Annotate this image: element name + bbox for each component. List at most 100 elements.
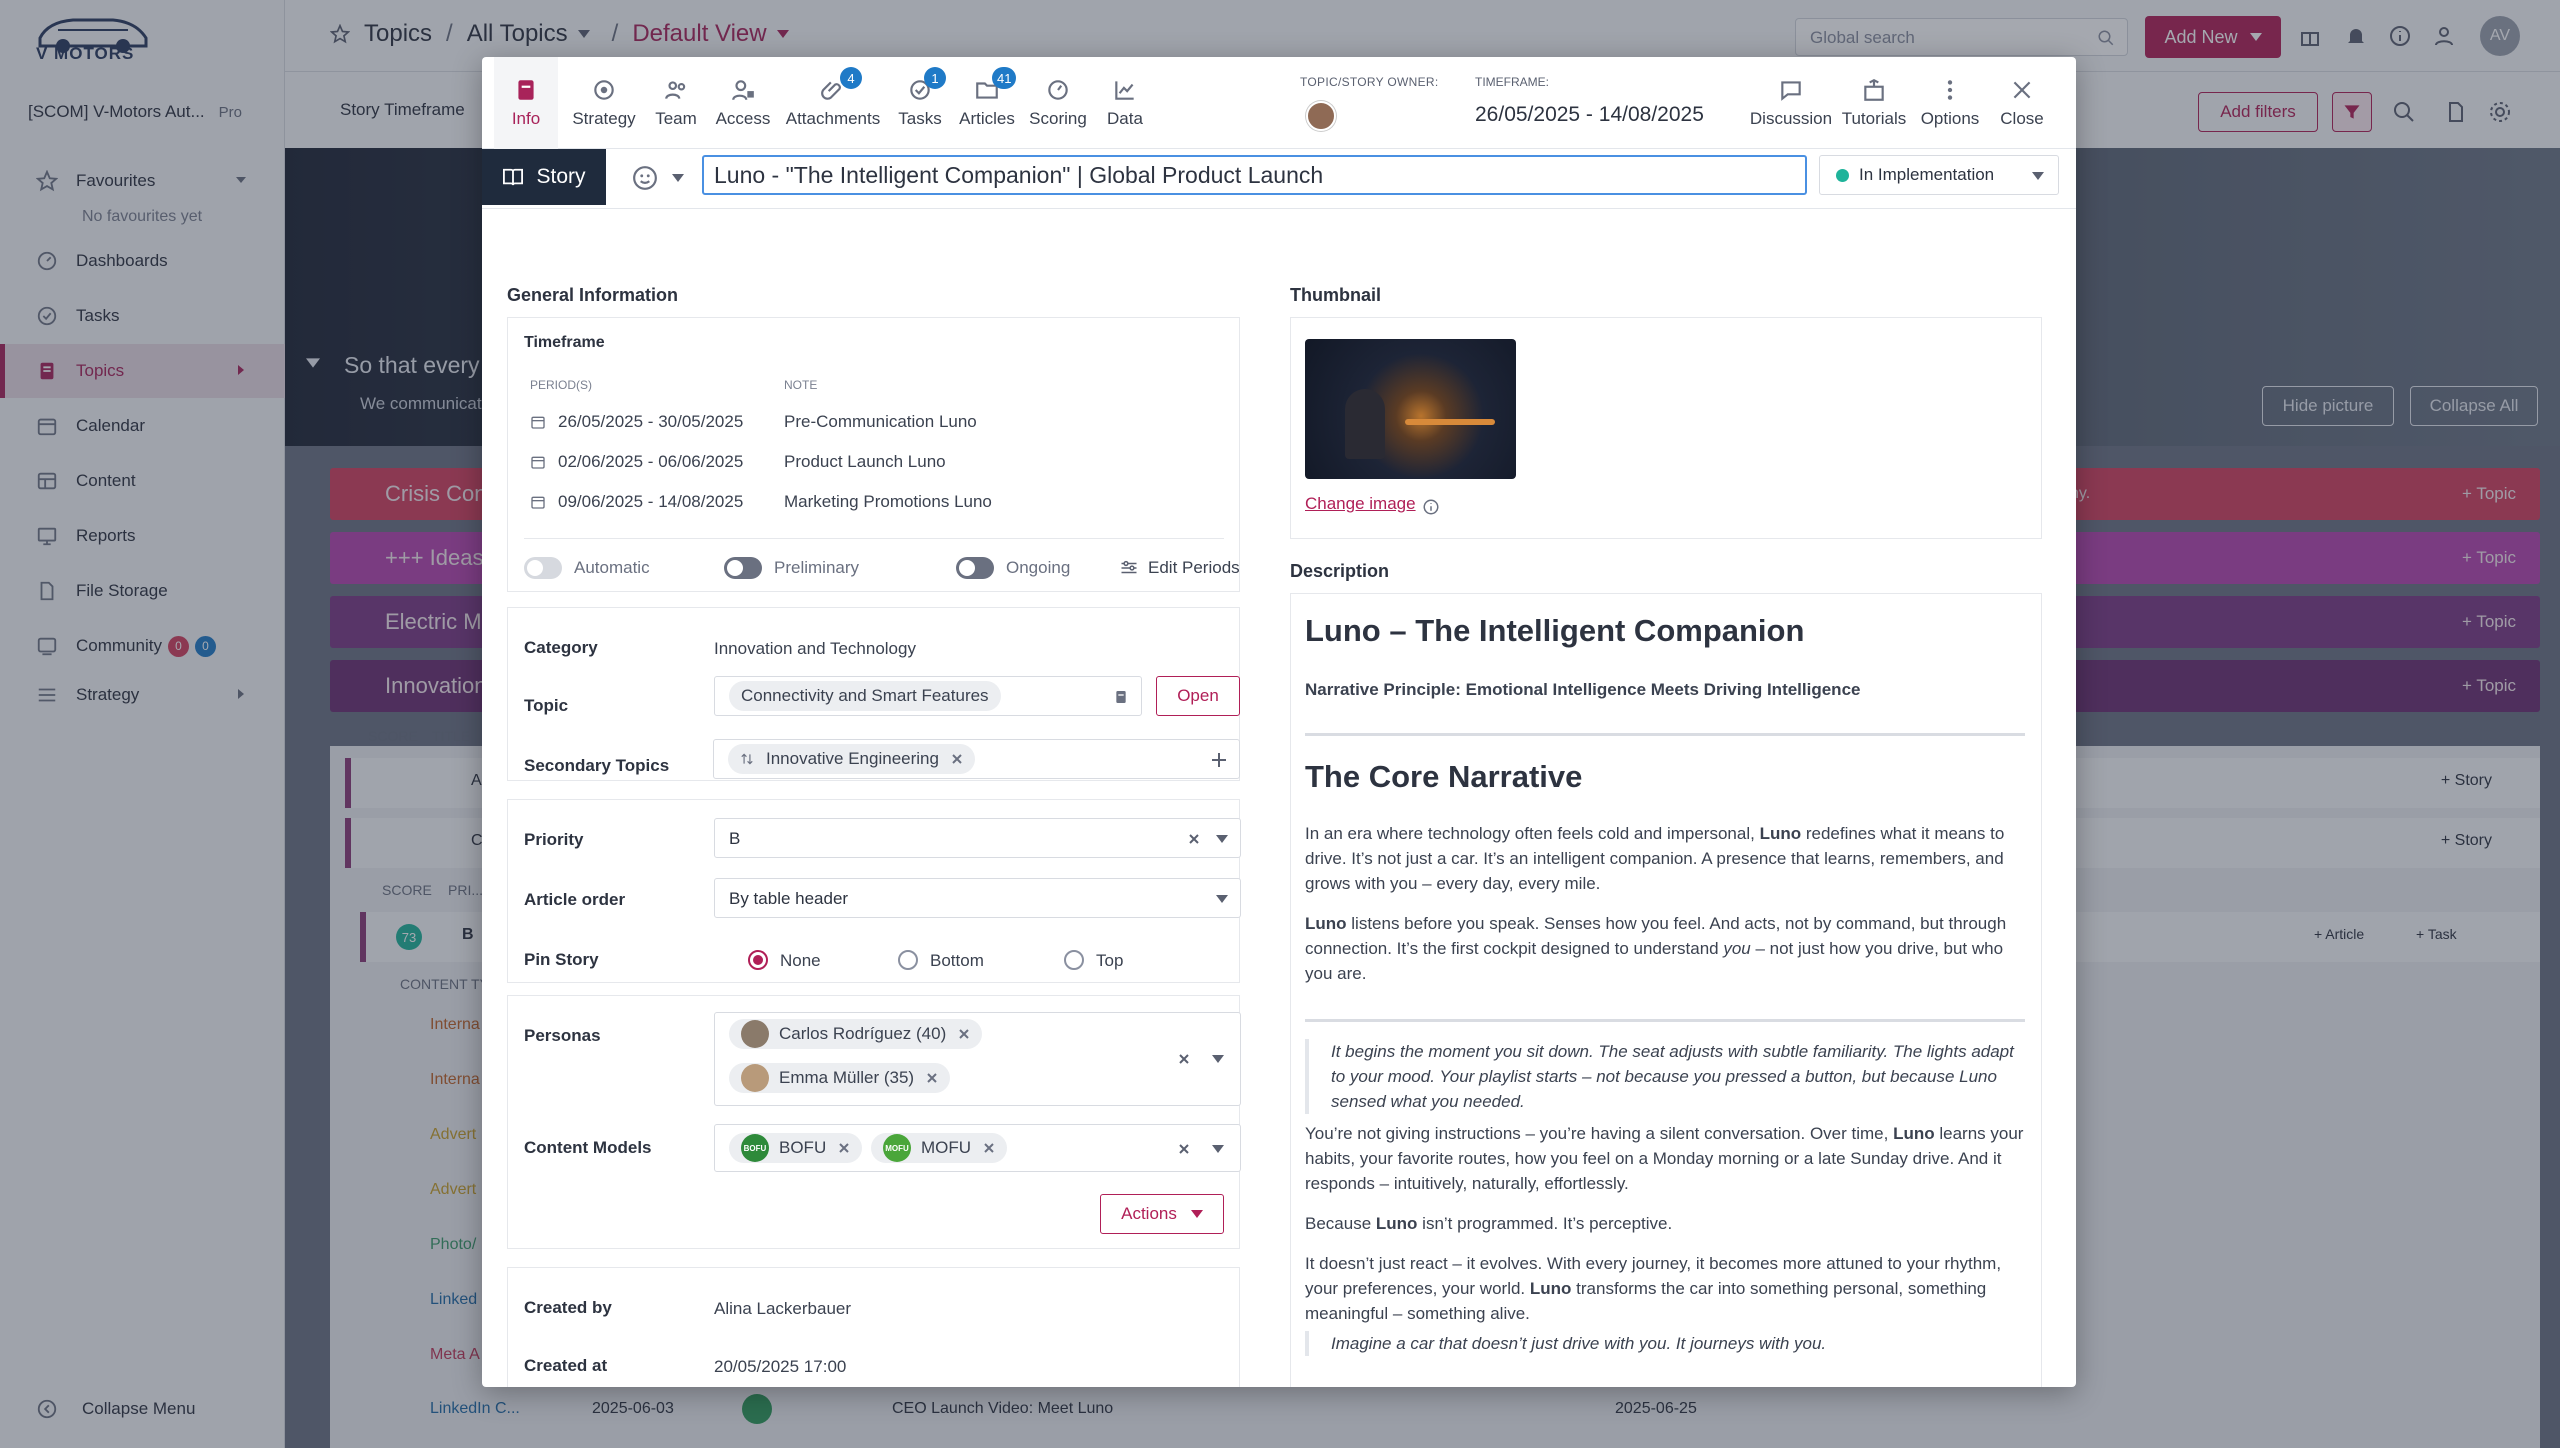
created-at-label: Created at [524,1356,608,1375]
period-range[interactable]: 26/05/2025 - 30/05/2025 [558,412,743,432]
persona-chip: Emma Müller (35) [729,1063,951,1093]
tab-info[interactable]: Info [494,57,558,149]
period-range[interactable]: 09/06/2025 - 14/08/2025 [558,492,743,512]
tab-label: Info [511,109,541,128]
tab-discussion[interactable]: Discussion [1748,57,1834,149]
content-model-label: BOFU [779,1138,827,1157]
close-icon[interactable] [983,1142,995,1154]
content-models-select[interactable]: BOFU BOFU MOFU MOFU [714,1124,1241,1172]
secondary-topics-label: Secondary Topics [524,756,670,775]
mofu-badge: MOFU [883,1134,911,1162]
target-icon [594,80,614,100]
articles-count-badge: 41 [992,67,1017,89]
topic-chip-label: Connectivity and Smart Features [741,686,989,705]
meta-panel: Created by Alina Lackerbauer Created at … [507,1267,1240,1387]
topic-select[interactable]: Connectivity and Smart Features [714,676,1142,716]
pin-top-radio[interactable] [1064,950,1084,970]
clear-icon[interactable] [1178,1053,1190,1065]
personas-select[interactable]: Carlos Rodríguez (40) Emma Müller (35) [714,1012,1241,1106]
tasks-count-badge: 1 [924,67,946,89]
tab-label: Attachments [785,109,881,128]
category-value: Innovation and Technology [714,639,916,658]
attachments-count-badge: 4 [840,67,862,89]
description-paragraph: Luno listens before you speak. Senses ho… [1305,911,2025,986]
priority-select[interactable]: B [714,818,1241,858]
tab-access[interactable]: Access [708,57,778,149]
tab-tasks[interactable]: Tasks 1 [888,57,952,149]
close-icon[interactable] [958,1028,970,1040]
tab-articles[interactable]: Articles 41 [952,57,1022,149]
preliminary-toggle[interactable] [724,557,762,579]
gauge-icon [1048,80,1068,100]
tab-attachments[interactable]: Attachments 4 [778,57,888,149]
status-select[interactable]: In Implementation [1819,155,2059,195]
tab-team[interactable]: Team [644,57,708,149]
story-type-button[interactable]: Story [482,149,606,205]
tab-label: Data [1107,109,1143,128]
description-paragraph: You’re not giving instructions – you’re … [1305,1121,2025,1196]
owner-avatar[interactable] [1306,101,1336,131]
calendar-icon [531,456,545,469]
actions-button[interactable]: Actions [1100,1194,1224,1234]
topic-label: Topic [524,696,569,715]
pin-bottom-radio[interactable] [898,950,918,970]
status-dot [1836,168,1849,182]
ongoing-toggle[interactable] [956,557,994,579]
clear-icon[interactable] [1178,1143,1190,1155]
created-at-value: 20/05/2025 17:00 [714,1357,847,1376]
luno-emphasis: Luno [1305,914,1347,933]
tab-strategy[interactable]: Strategy [564,57,644,149]
story-title-input[interactable]: Luno - "The Intelligent Companion" | Glo… [702,155,1807,195]
close-icon[interactable] [926,1072,938,1084]
access-user-icon [732,80,754,101]
plus-icon[interactable] [1211,752,1227,768]
pin-story-label: Pin Story [524,950,599,969]
change-image-label: Change image [1305,494,1416,513]
tab-tutorials[interactable]: Tutorials [1834,57,1914,149]
chevron-down-icon[interactable] [672,173,684,183]
article-order-value: By table header [729,889,849,908]
persona-chip: Carlos Rodríguez (40) [729,1019,983,1049]
open-topic-button[interactable]: Open [1156,676,1240,716]
story-modal: Info Strategy Team Access Attachments 4 … [482,57,2076,1387]
emoji-icon[interactable] [632,165,658,191]
owner-label: TOPIC/STORY OWNER: [1300,75,1439,89]
description-paragraph: It doesn’t just react – it evolves. With… [1305,1251,2025,1326]
tab-label: Discussion [1749,109,1833,128]
chat-icon [1781,81,1801,101]
pin-none-radio[interactable] [748,950,768,970]
description-paragraph: In an era where technology often feels c… [1305,821,2025,896]
luno-emphasis: Luno [1759,824,1802,843]
period-range[interactable]: 02/06/2025 - 06/06/2025 [558,452,743,472]
tab-data[interactable]: Data [1094,57,1156,149]
luno-emphasis: Luno [1893,1124,1935,1143]
tab-options[interactable]: Options [1914,57,1986,149]
thumbnail-image[interactable] [1305,339,1516,479]
change-image-link[interactable]: Change image [1305,494,1416,514]
book-icon [1116,691,1126,703]
article-order-select[interactable]: By table header [714,878,1241,918]
persona-avatar [741,1064,769,1092]
personas-label: Personas [524,1026,601,1045]
close-icon[interactable] [1188,833,1200,845]
tab-label: Articles [959,109,1015,128]
sliders-icon [1121,560,1137,574]
timeframe-label: TIMEFRAME: [1475,75,1549,89]
edit-periods-button[interactable]: Edit Periods [1148,558,1240,578]
text-run: isn’t programmed. It’s perceptive. [1417,1214,1673,1233]
tab-label: Options [1920,109,1980,128]
close-icon[interactable] [951,753,963,765]
pin-top-label: Top [1096,951,1124,970]
luno-emphasis: Luno [1375,1214,1418,1233]
info-icon[interactable] [1422,498,1440,516]
timeframe-panel: Timeframe PERIOD(S) NOTE 26/05/2025 - 30… [507,317,1240,592]
secondary-topics-select[interactable]: Innovative Engineering [713,739,1240,779]
status-value: In Implementation [1859,165,1995,184]
automatic-toggle[interactable] [524,557,562,579]
priority-label: Priority [524,830,584,849]
description-paragraph: Because Luno isn’t programmed. It’s perc… [1305,1211,2025,1236]
tab-scoring[interactable]: Scoring [1022,57,1094,149]
close-button[interactable]: Close [1986,57,2058,149]
settings-panel: Priority B Article order By table header… [507,799,1241,983]
close-icon[interactable] [838,1142,850,1154]
